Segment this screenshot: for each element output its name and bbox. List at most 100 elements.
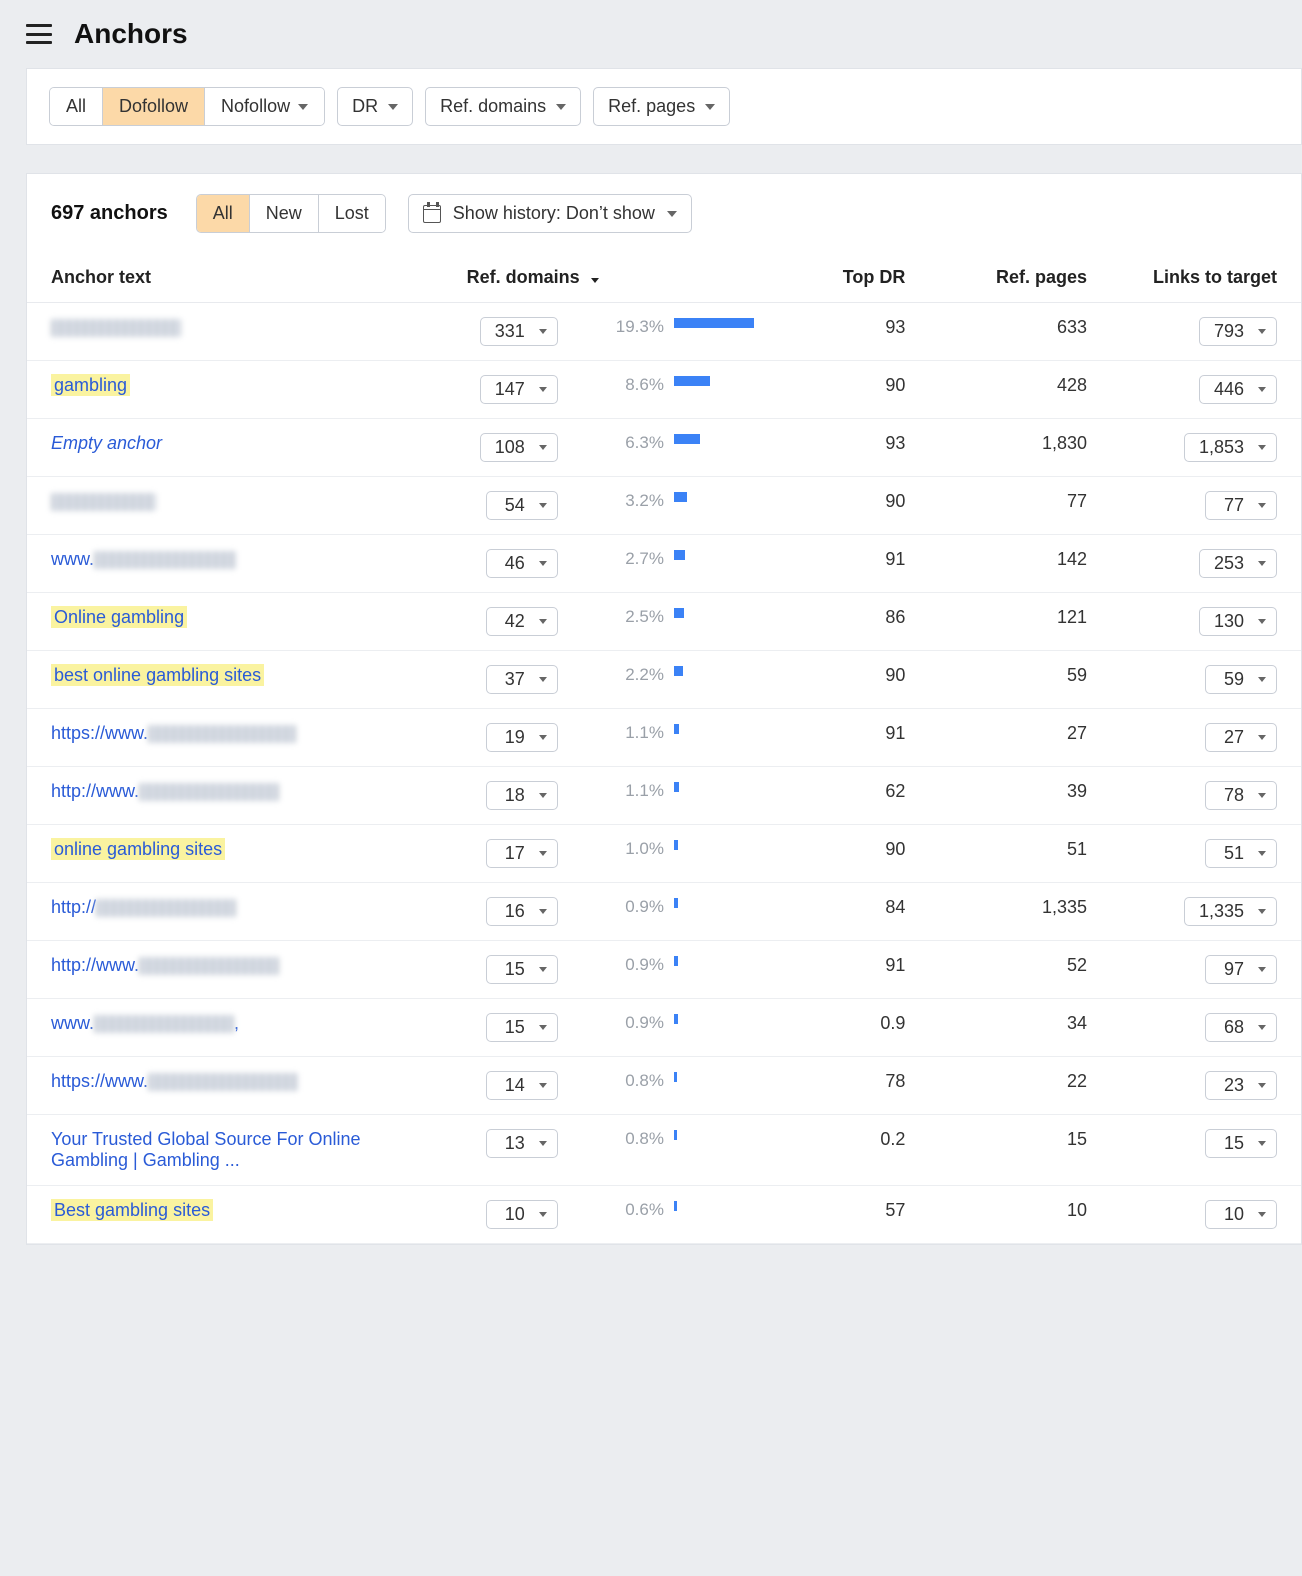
top-dr-value: 78: [780, 1057, 913, 1115]
links-to-target-dropdown[interactable]: 59: [1205, 665, 1277, 694]
ref-domains-value: 108: [495, 437, 525, 458]
ref-domains-percent: 0.8%: [560, 1057, 664, 1115]
links-value: 793: [1214, 321, 1244, 342]
tab-lost[interactable]: Lost: [319, 195, 385, 232]
bar-fill: [674, 318, 754, 328]
anchor-text-cell[interactable]: http://: [27, 883, 427, 941]
chevron-down-icon: [539, 851, 547, 856]
ref-domains-cell: 13: [427, 1115, 560, 1186]
links-to-target-dropdown[interactable]: 253: [1199, 549, 1277, 578]
ref-pages-value: 633: [913, 303, 1095, 361]
ref-domains-dropdown[interactable]: 15: [486, 1013, 558, 1042]
chevron-down-icon: [539, 909, 547, 914]
filter-all[interactable]: All: [50, 88, 103, 125]
ref-domains-dropdown[interactable]: 42: [486, 607, 558, 636]
ref-domains-bar-cell: [664, 767, 780, 825]
anchor-link-fragment: www.: [51, 549, 94, 569]
ref-domains-dropdown[interactable]: 19: [486, 723, 558, 752]
col-anchor-text[interactable]: Anchor text: [27, 253, 427, 303]
ref-domains-percent: 0.9%: [560, 941, 664, 999]
links-to-target-dropdown[interactable]: 15: [1205, 1129, 1277, 1158]
anchor-text-cell[interactable]: Your Trusted Global Source For Online Ga…: [27, 1115, 427, 1186]
ref-pages-value: 1,335: [913, 883, 1095, 941]
bar-chart: [674, 317, 754, 329]
anchor-text-cell[interactable]: online gambling sites: [27, 825, 427, 883]
anchor-text-cell[interactable]: https://www.: [27, 709, 427, 767]
bar-fill: [674, 724, 679, 734]
links-to-target-dropdown[interactable]: 77: [1205, 491, 1277, 520]
ref-pages-value: 10: [913, 1186, 1095, 1244]
filter-dofollow[interactable]: Dofollow: [103, 88, 205, 125]
bar-chart: [674, 781, 754, 793]
links-to-target-dropdown[interactable]: 68: [1205, 1013, 1277, 1042]
col-top-dr[interactable]: Top DR: [780, 253, 913, 303]
links-to-target-dropdown[interactable]: 130: [1199, 607, 1277, 636]
links-to-target-dropdown[interactable]: 10: [1205, 1200, 1277, 1229]
anchor-text-cell[interactable]: best online gambling sites: [27, 651, 427, 709]
col-ref-pages[interactable]: Ref. pages: [913, 253, 1095, 303]
anchor-text-cell[interactable]: [27, 477, 427, 535]
ref-domains-dropdown[interactable]: 46: [486, 549, 558, 578]
links-to-target-dropdown[interactable]: 27: [1205, 723, 1277, 752]
col-links-to-target[interactable]: Links to target: [1095, 253, 1301, 303]
anchor-highlighted: Online gambling: [51, 606, 187, 628]
blurred-text: [139, 957, 279, 975]
ref-domains-value: 42: [505, 611, 525, 632]
links-to-target-dropdown[interactable]: 51: [1205, 839, 1277, 868]
links-value: 446: [1214, 379, 1244, 400]
chevron-down-icon: [539, 1083, 547, 1088]
ref-domains-filter-label: Ref. domains: [440, 96, 546, 117]
ref-domains-value: 37: [505, 669, 525, 690]
ref-domains-value: 17: [505, 843, 525, 864]
ref-domains-bar-cell: [664, 1115, 780, 1186]
tab-all[interactable]: All: [197, 195, 250, 232]
col-ref-domains[interactable]: Ref. domains: [427, 253, 781, 303]
links-value: 1,335: [1199, 901, 1244, 922]
anchor-text-cell[interactable]: http://www.: [27, 941, 427, 999]
ref-pages-filter[interactable]: Ref. pages: [593, 87, 730, 126]
ref-domains-dropdown[interactable]: 37: [486, 665, 558, 694]
top-dr-value: 84: [780, 883, 913, 941]
ref-domains-dropdown[interactable]: 331: [480, 317, 558, 346]
ref-domains-dropdown[interactable]: 15: [486, 955, 558, 984]
anchor-link-fragment: www.: [51, 1013, 94, 1033]
ref-domains-dropdown[interactable]: 18: [486, 781, 558, 810]
ref-domains-filter[interactable]: Ref. domains: [425, 87, 581, 126]
anchor-text-cell[interactable]: Best gambling sites: [27, 1186, 427, 1244]
anchor-text-cell[interactable]: gambling: [27, 361, 427, 419]
ref-domains-dropdown[interactable]: 147: [480, 375, 558, 404]
anchor-text-cell[interactable]: Online gambling: [27, 593, 427, 651]
tab-new[interactable]: New: [250, 195, 319, 232]
links-to-target-cell: 1,335: [1095, 883, 1301, 941]
anchor-text-cell[interactable]: www.,: [27, 999, 427, 1057]
filter-nofollow[interactable]: Nofollow: [205, 88, 324, 125]
links-to-target-dropdown[interactable]: 1,335: [1184, 897, 1277, 926]
anchor-text-cell[interactable]: Empty anchor: [27, 419, 427, 477]
anchor-text-cell[interactable]: https://www.: [27, 1057, 427, 1115]
ref-domains-dropdown[interactable]: 14: [486, 1071, 558, 1100]
anchor-text-cell[interactable]: www.: [27, 535, 427, 593]
ref-domains-dropdown[interactable]: 54: [486, 491, 558, 520]
links-to-target-dropdown[interactable]: 1,853: [1184, 433, 1277, 462]
links-to-target-dropdown[interactable]: 78: [1205, 781, 1277, 810]
ref-domains-dropdown[interactable]: 13: [486, 1129, 558, 1158]
chevron-down-icon: [298, 104, 308, 110]
dr-filter[interactable]: DR: [337, 87, 413, 126]
links-to-target-dropdown[interactable]: 97: [1205, 955, 1277, 984]
links-to-target-dropdown[interactable]: 793: [1199, 317, 1277, 346]
ref-domains-dropdown[interactable]: 108: [480, 433, 558, 462]
ref-domains-cell: 16: [427, 883, 560, 941]
ref-domains-bar-cell: [664, 941, 780, 999]
ref-domains-cell: 108: [427, 419, 560, 477]
ref-domains-dropdown[interactable]: 16: [486, 897, 558, 926]
links-to-target-dropdown[interactable]: 23: [1205, 1071, 1277, 1100]
anchor-text-cell[interactable]: [27, 303, 427, 361]
bar-fill: [674, 492, 687, 502]
ref-domains-dropdown[interactable]: 10: [486, 1200, 558, 1229]
ref-domains-dropdown[interactable]: 17: [486, 839, 558, 868]
show-history-dropdown[interactable]: Show history: Don’t show: [408, 194, 692, 233]
bar-chart: [674, 723, 754, 735]
links-to-target-dropdown[interactable]: 446: [1199, 375, 1277, 404]
menu-icon[interactable]: [26, 24, 52, 44]
anchor-text-cell[interactable]: http://www.: [27, 767, 427, 825]
